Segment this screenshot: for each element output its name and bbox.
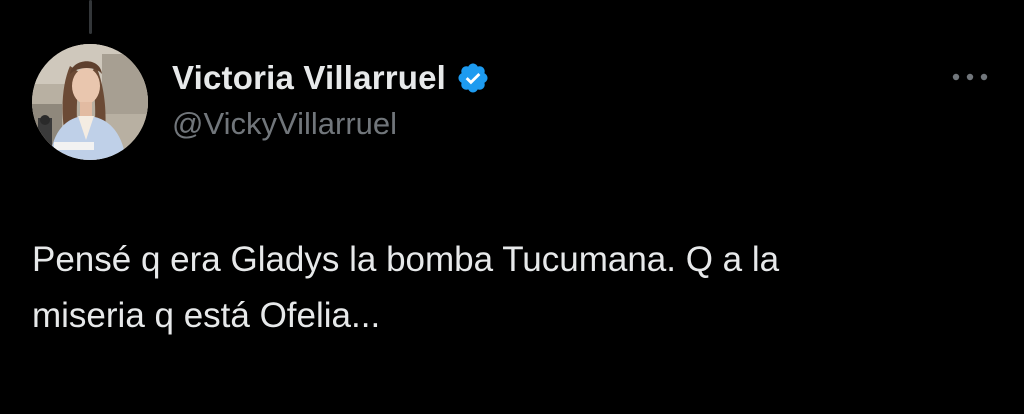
verified-badge-icon[interactable] — [456, 61, 490, 95]
more-horizontal-icon — [952, 73, 988, 81]
thread-connector-line — [89, 0, 92, 34]
author-block: Victoria Villarruel @VickyVillarruel — [172, 56, 904, 142]
more-options-button[interactable] — [946, 62, 994, 92]
avatar-image — [32, 44, 148, 160]
display-name[interactable]: Victoria Villarruel — [172, 59, 446, 97]
avatar[interactable] — [32, 44, 148, 160]
name-row: Victoria Villarruel — [172, 56, 904, 100]
user-handle[interactable]: @VickyVillarruel — [172, 106, 904, 142]
tweet-text: Pensé q era Gladys la bomba Tucumana. Q … — [32, 240, 780, 335]
